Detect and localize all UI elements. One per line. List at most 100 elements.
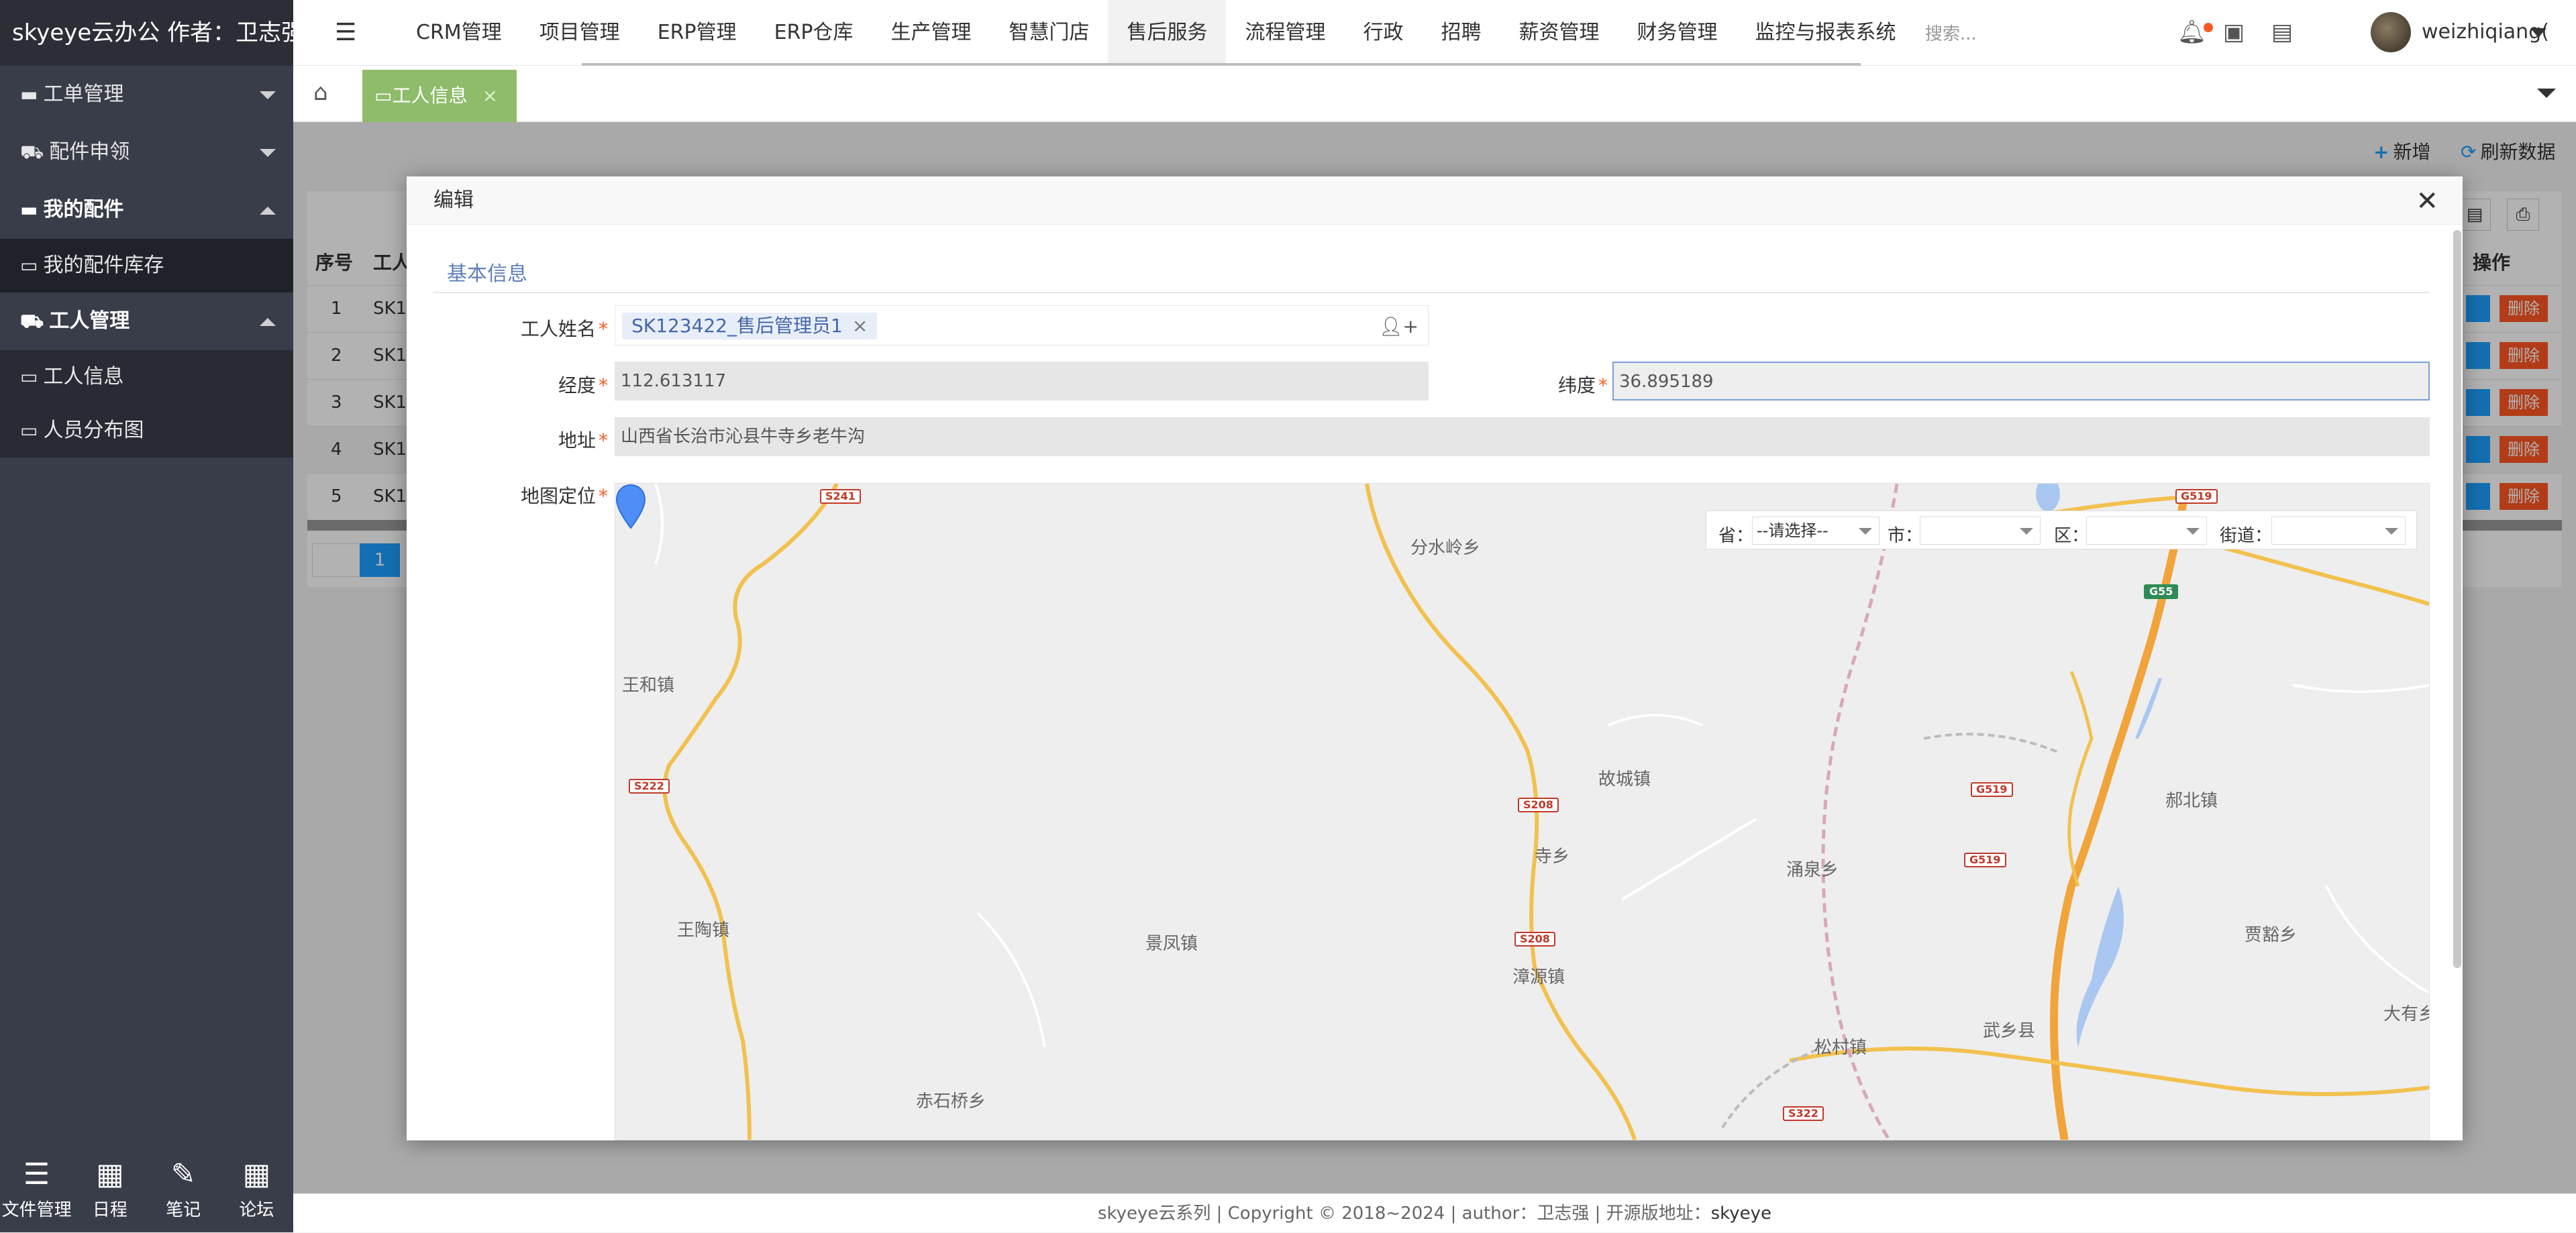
required-mark: * xyxy=(1598,374,1608,396)
district-select[interactable] xyxy=(2086,517,2207,545)
chip-label: SK123422_售后管理员1 xyxy=(631,315,843,337)
map-place: 漳源镇 xyxy=(1512,967,1565,987)
list-icon: ☰ xyxy=(23,1157,50,1191)
map-label: 地图定位 * xyxy=(501,482,608,508)
cart-icon: ⛟ xyxy=(20,141,44,163)
chevron-down-icon[interactable] xyxy=(2537,89,2556,98)
nav-erp[interactable]: ERP管理 xyxy=(639,0,756,66)
bell-icon[interactable]: 🔔︎ xyxy=(2177,19,2206,46)
footer: skyeye云系列 | Copyright © 2018~2024 | auth… xyxy=(293,1193,2576,1232)
longitude-field[interactable]: 112.613117 xyxy=(615,362,1429,400)
submenu-worker-mgmt: ▭ 工人信息 ▭ 人员分布图 xyxy=(0,350,293,458)
sidebar-item-my-parts[interactable]: ▬ 我的配件 xyxy=(0,181,293,239)
submenu-my-parts: ▭ 我的配件库存 xyxy=(0,239,293,292)
sidebar-item-parts-apply[interactable]: ⛟ 配件申领 xyxy=(0,123,293,181)
nav-production[interactable]: 生产管理 xyxy=(872,0,990,66)
sidebar-bottom-bar: ☰ 文件管理 ▦ 日程 ✎ 笔记 ▦ 论坛 xyxy=(0,1145,293,1232)
forum-button[interactable]: ▦ 论坛 xyxy=(220,1145,293,1232)
label-text: 地图定位 xyxy=(520,485,596,507)
notes-button[interactable]: ✎ 笔记 xyxy=(147,1145,220,1232)
nav-crm[interactable]: CRM管理 xyxy=(397,0,521,66)
tab-label: 工人信息 xyxy=(392,85,468,107)
sidebar-item-staff-map[interactable]: ▭ 人员分布图 xyxy=(0,404,293,458)
longitude-label: 经度 * xyxy=(501,371,608,398)
nav-finance[interactable]: 财务管理 xyxy=(1618,0,1736,66)
street-label: 街道： xyxy=(2220,526,2273,546)
sidebar-item-label: 我的配件库存 xyxy=(43,254,164,277)
bottom-label: 文件管理 xyxy=(1,1200,72,1220)
footer-link[interactable]: skyeye xyxy=(1711,1203,1771,1224)
image-icon[interactable]: ▣ xyxy=(2223,19,2245,46)
sidebar-item-my-parts-stock[interactable]: ▭ 我的配件库存 xyxy=(0,239,293,292)
label-text: 纬度 xyxy=(1557,374,1596,396)
worker-name-select[interactable]: SK123422_售后管理员1 × 👤︎+ xyxy=(615,305,1429,345)
close-icon[interactable]: × xyxy=(852,315,868,337)
home-icon[interactable]: ⌂ xyxy=(313,79,328,106)
chevron-down-icon[interactable] xyxy=(2530,28,2546,38)
region-selector: 省： --请选择-- 市： 区： 街道： xyxy=(1706,511,2417,549)
latitude-label: 纬度 * xyxy=(1507,371,1608,398)
location-map[interactable]: 分水岭乡 王和镇 故城镇 郝北镇 寺乡 涌泉乡 王陶镇 景凤镇 漳源镇 贾豁乡 … xyxy=(615,483,2430,1140)
road-badge: G519 xyxy=(2175,489,2218,504)
address-label: 地址 * xyxy=(501,426,608,453)
chevron-up-icon xyxy=(260,318,276,326)
city-select[interactable] xyxy=(1920,517,2041,545)
calendar-icon: ▦ xyxy=(96,1157,124,1191)
lock-screen-icon[interactable]: ▤ xyxy=(2271,19,2293,46)
nav-workflow[interactable]: 流程管理 xyxy=(1226,0,1344,66)
sidebar-item-label: 工人信息 xyxy=(43,365,124,388)
required-mark: * xyxy=(599,374,608,396)
latitude-field[interactable]: 36.895189 xyxy=(1612,362,2430,400)
nav-after-sales[interactable]: 售后服务 xyxy=(1108,0,1227,66)
road-badge: S208 xyxy=(1518,798,1559,812)
cart-icon: ⛟ xyxy=(20,310,44,332)
notification-dot xyxy=(2204,23,2213,32)
nav-monitor[interactable]: 监控与报表系统 xyxy=(1736,0,1914,66)
city-label: 市： xyxy=(1888,526,1923,546)
file-manager-button[interactable]: ☰ 文件管理 xyxy=(0,1145,73,1232)
district-label: 区： xyxy=(2054,526,2090,546)
label-text: 经度 xyxy=(558,374,596,396)
province-select[interactable]: --请选择-- xyxy=(1752,517,1879,545)
bottom-label: 日程 xyxy=(92,1200,127,1220)
road-badge: G519 xyxy=(1964,853,2006,867)
map-place: 武乡县 xyxy=(1983,1021,2036,1041)
nav-recruit[interactable]: 招聘 xyxy=(1422,0,1500,66)
close-icon[interactable]: × xyxy=(482,85,497,107)
folder-icon: ▬ xyxy=(20,199,38,221)
worker-chip[interactable]: SK123422_售后管理员1 × xyxy=(622,313,878,339)
sidebar-item-worker-info[interactable]: ▭ 工人信息 xyxy=(0,350,293,404)
sidebar-item-worker-mgmt[interactable]: ⛟ 工人管理 xyxy=(0,292,293,350)
tab-worker-info[interactable]: ▭工人信息 × xyxy=(362,70,517,122)
close-icon[interactable]: ✕ xyxy=(2416,186,2438,217)
required-mark: * xyxy=(599,485,608,507)
location-pin-icon[interactable] xyxy=(615,484,646,531)
map-place: 涌泉乡 xyxy=(1786,860,1839,880)
label-text: 工人姓名 xyxy=(520,318,596,340)
chevron-down-icon xyxy=(2385,528,2398,535)
map-place: 寺乡 xyxy=(1535,847,1570,867)
required-mark: * xyxy=(599,429,608,451)
nav-smart-store[interactable]: 智慧门店 xyxy=(990,0,1108,66)
road-badge: G519 xyxy=(1971,782,2013,797)
menu-toggle-icon[interactable]: ☰ xyxy=(335,19,356,46)
sidebar-item-workorder[interactable]: ▬ 工单管理 xyxy=(0,66,293,123)
map-place: 贾豁乡 xyxy=(2245,925,2298,945)
nav-admin[interactable]: 行政 xyxy=(1344,0,1422,66)
nav-salary[interactable]: 薪资管理 xyxy=(1500,0,1618,66)
address-field[interactable]: 山西省长治市沁县牛寺乡老牛沟 xyxy=(615,417,2430,456)
top-navbar: ☰ CRM管理 项目管理 ERP管理 ERP仓库 生产管理 智慧门店 售后服务 … xyxy=(293,0,2576,66)
nav-project[interactable]: 项目管理 xyxy=(521,0,639,66)
road-badge: S208 xyxy=(1514,932,1555,947)
chevron-up-icon xyxy=(260,207,276,215)
schedule-button[interactable]: ▦ 日程 xyxy=(73,1145,146,1232)
add-user-icon[interactable]: 👤︎+ xyxy=(1379,315,1419,337)
modal-scrollbar[interactable] xyxy=(2453,230,2461,968)
search-input[interactable]: 搜索... xyxy=(1925,20,1977,45)
map-place: 郝北镇 xyxy=(2165,791,2218,811)
section-title: 基本信息 xyxy=(447,262,527,286)
nav-erp-warehouse[interactable]: ERP仓库 xyxy=(756,0,872,66)
avatar[interactable] xyxy=(2371,12,2411,52)
street-select[interactable] xyxy=(2271,517,2406,545)
chevron-down-icon xyxy=(2186,528,2200,535)
